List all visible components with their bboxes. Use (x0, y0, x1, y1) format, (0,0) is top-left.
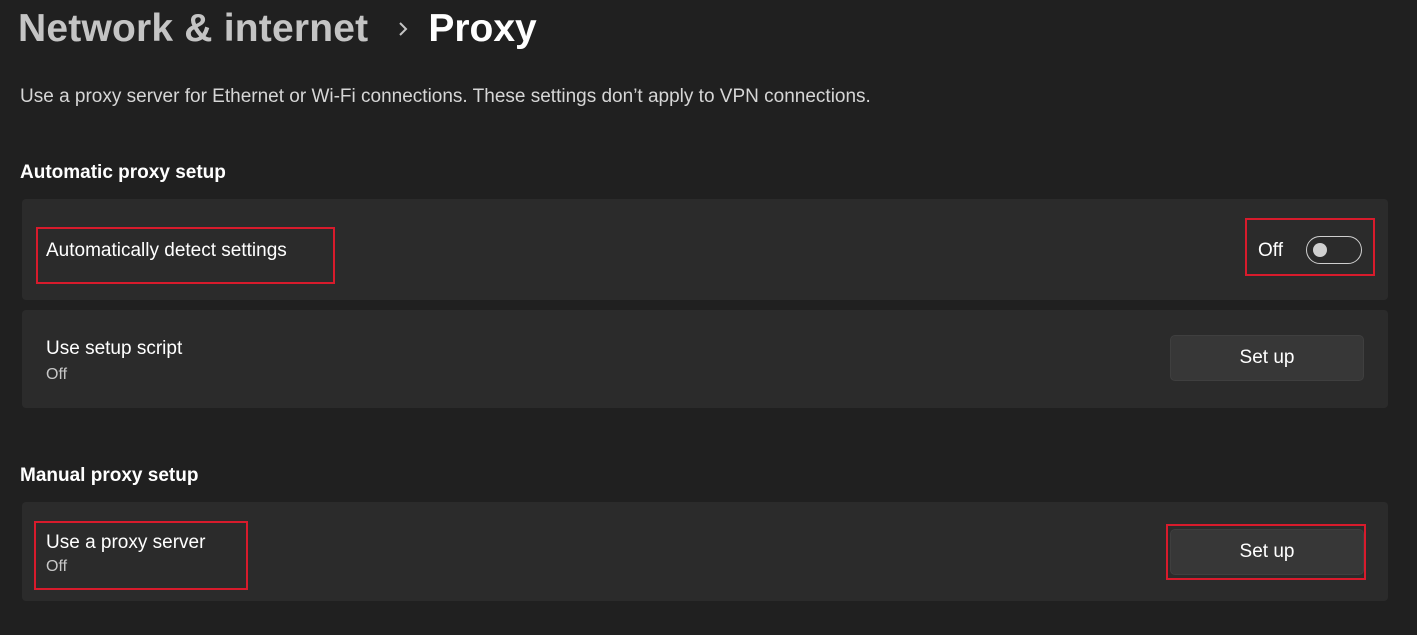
toggle-knob (1313, 243, 1327, 257)
setup-script-card: Use setup script Off Set up (22, 310, 1388, 408)
proxy-server-card: Use a proxy server Off Set up (22, 502, 1388, 601)
page-title: Proxy (428, 7, 537, 50)
setup-script-label: Use setup script (46, 338, 183, 359)
automatic-detect-card: Automatically detect settings Off (22, 199, 1388, 300)
automatic-detect-label: Automatically detect settings (46, 240, 287, 261)
breadcrumb-network-internet[interactable]: Network & internet (18, 7, 368, 51)
proxy-settings-page: Network & internet Proxy Use a proxy ser… (0, 0, 1417, 635)
setup-script-status: Off (46, 366, 68, 383)
proxy-server-setup-button[interactable]: Set up (1170, 529, 1364, 575)
automatic-detect-state: Off (1258, 240, 1283, 261)
manual-proxy-heading: Manual proxy setup (20, 465, 199, 486)
setup-script-setup-button[interactable]: Set up (1170, 335, 1364, 381)
chevron-right-icon (398, 21, 408, 37)
automatic-detect-toggle[interactable] (1306, 236, 1362, 264)
breadcrumb: Network & internet Proxy (18, 2, 537, 56)
automatic-proxy-heading: Automatic proxy setup (20, 162, 226, 183)
proxy-server-label: Use a proxy server (46, 532, 206, 553)
proxy-server-status: Off (46, 558, 68, 575)
page-description: Use a proxy server for Ethernet or Wi-Fi… (20, 86, 871, 107)
